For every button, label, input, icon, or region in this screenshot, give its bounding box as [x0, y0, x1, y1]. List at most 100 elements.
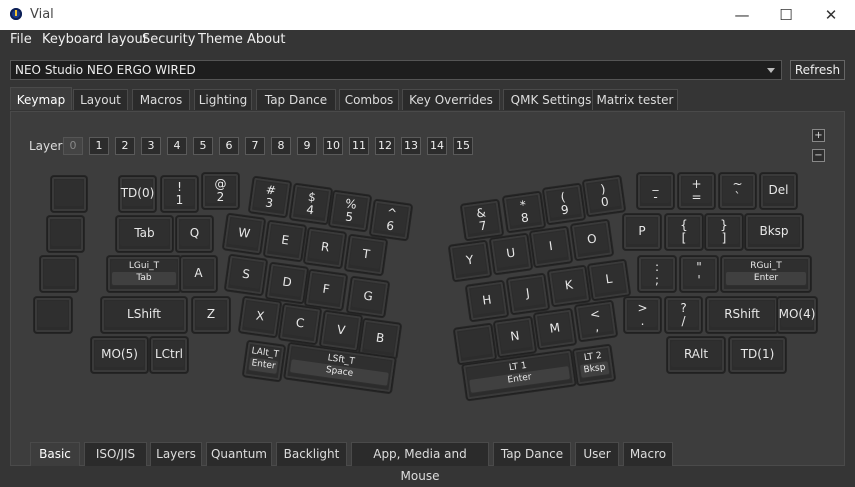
key-r3-4[interactable]: > .: [624, 297, 661, 333]
key-r3-6[interactable]: RShift: [706, 297, 778, 333]
tab-macro[interactable]: Macro: [623, 442, 673, 466]
key-l2-3[interactable]: S: [224, 254, 268, 296]
layer-button-4[interactable]: 4: [167, 137, 187, 155]
key-l2-6[interactable]: G: [346, 276, 390, 318]
key-r1-1[interactable]: U: [489, 233, 533, 275]
key-l0-0[interactable]: [51, 176, 87, 212]
key-l1-2[interactable]: Q: [176, 216, 213, 252]
key-r4-3[interactable]: TD(1): [729, 337, 786, 373]
key-l0-3[interactable]: @ 2: [202, 173, 239, 209]
layer-button-11[interactable]: 11: [349, 137, 369, 155]
key-l2-2[interactable]: A: [180, 256, 217, 292]
device-select[interactable]: NEO Studio NEO ERGO WIRED: [10, 60, 782, 80]
tab-keymap[interactable]: Keymap: [10, 87, 72, 110]
key-r3-1[interactable]: N: [493, 316, 537, 358]
key-l1-6[interactable]: T: [344, 234, 388, 276]
tab-layout[interactable]: Layout: [73, 89, 128, 110]
key-l1-0[interactable]: [47, 216, 84, 252]
key-r3-5[interactable]: ? /: [665, 297, 702, 333]
key-l1-5[interactable]: R: [303, 227, 347, 269]
key-r0-0[interactable]: & 7: [460, 199, 504, 241]
key-r0-4[interactable]: _ -: [637, 173, 674, 209]
key-l2-1[interactable]: LGui_T Tab: [107, 256, 181, 292]
refresh-button[interactable]: Refresh: [790, 60, 845, 80]
tab-user[interactable]: User: [575, 442, 619, 466]
key-l1-3[interactable]: W: [222, 213, 266, 255]
key-l1-1[interactable]: Tab: [116, 216, 173, 252]
key-r0-6[interactable]: ~ `: [719, 173, 756, 209]
zoom-out-button[interactable]: −: [812, 149, 825, 162]
layer-button-13[interactable]: 13: [401, 137, 421, 155]
key-r0-5[interactable]: + =: [678, 173, 715, 209]
key-l0-6[interactable]: % 5: [328, 190, 372, 232]
layer-button-1[interactable]: 1: [89, 137, 109, 155]
menu-security[interactable]: Security: [142, 32, 195, 47]
key-r2-6[interactable]: RGui_T Enter: [721, 256, 811, 292]
tab-app-media-mouse[interactable]: App, Media and Mouse: [351, 442, 489, 483]
key-l3-5[interactable]: V: [319, 310, 363, 352]
key-r2-3[interactable]: L: [587, 259, 631, 301]
key-r0-7[interactable]: Del: [760, 173, 797, 209]
key-r1-4[interactable]: P: [623, 214, 661, 250]
tab-quantum[interactable]: Quantum: [206, 442, 272, 466]
maximize-icon[interactable]: ☐: [772, 4, 800, 26]
key-l0-2[interactable]: ! 1: [161, 176, 198, 212]
layer-button-12[interactable]: 12: [375, 137, 395, 155]
layer-button-15[interactable]: 15: [453, 137, 473, 155]
zoom-in-button[interactable]: +: [812, 129, 825, 142]
key-l0-7[interactable]: ^ 6: [369, 199, 413, 241]
layer-button-3[interactable]: 3: [141, 137, 161, 155]
layer-button-10[interactable]: 10: [323, 137, 343, 155]
menu-about[interactable]: About: [247, 32, 285, 47]
key-l0-1[interactable]: TD(0): [119, 176, 156, 212]
key-r4-2[interactable]: RAlt: [667, 337, 725, 373]
layer-button-14[interactable]: 14: [427, 137, 447, 155]
tab-layers[interactable]: Layers: [150, 442, 202, 466]
key-r2-2[interactable]: K: [547, 265, 591, 307]
key-r0-3[interactable]: ) 0: [582, 175, 626, 217]
tab-combos[interactable]: Combos: [339, 89, 399, 110]
minimize-icon[interactable]: —: [728, 4, 756, 26]
key-r1-0[interactable]: Y: [448, 240, 492, 282]
key-l2-4[interactable]: D: [265, 262, 309, 304]
key-r4-1[interactable]: LT 2 Bksp: [572, 344, 616, 386]
key-r1-5[interactable]: { [: [665, 214, 703, 250]
tab-macros[interactable]: Macros: [132, 89, 190, 110]
key-l2-0[interactable]: [40, 256, 78, 292]
layer-button-7[interactable]: 7: [245, 137, 265, 155]
key-r2-5[interactable]: " ': [680, 256, 718, 292]
tab-basic[interactable]: Basic: [30, 442, 80, 466]
tab-key-overrides[interactable]: Key Overrides: [402, 89, 500, 110]
tab-lighting[interactable]: Lighting: [194, 89, 252, 110]
tab-iso-jis[interactable]: ISO/JIS: [84, 442, 147, 466]
key-l3-0[interactable]: [34, 297, 72, 333]
layer-button-5[interactable]: 5: [193, 137, 213, 155]
key-r3-7[interactable]: MO(4): [777, 297, 817, 333]
layer-button-9[interactable]: 9: [297, 137, 317, 155]
key-l0-4[interactable]: # 3: [248, 176, 292, 218]
key-l4-1[interactable]: LCtrl: [150, 337, 188, 373]
menu-theme[interactable]: Theme: [198, 32, 243, 47]
key-r0-1[interactable]: * 8: [502, 191, 546, 233]
tab-qmk-settings[interactable]: QMK Settings: [503, 89, 599, 110]
tab-tap-dance-keys[interactable]: Tap Dance: [493, 442, 571, 466]
tab-tap-dance[interactable]: Tap Dance: [256, 89, 336, 110]
key-l1-4[interactable]: E: [263, 220, 307, 262]
key-r3-2[interactable]: M: [533, 308, 577, 350]
key-r1-3[interactable]: O: [570, 219, 614, 261]
key-r1-2[interactable]: I: [529, 226, 573, 268]
key-l3-1[interactable]: LShift: [101, 297, 187, 333]
key-r1-7[interactable]: Bksp: [745, 214, 803, 250]
key-r2-0[interactable]: H: [465, 280, 509, 322]
layer-button-2[interactable]: 2: [115, 137, 135, 155]
key-r0-2[interactable]: ( 9: [542, 183, 586, 225]
layer-button-6[interactable]: 6: [219, 137, 239, 155]
tab-matrix-tester[interactable]: Matrix tester: [592, 89, 678, 110]
layer-button-8[interactable]: 8: [271, 137, 291, 155]
key-r3-0[interactable]: [453, 323, 497, 365]
key-r2-1[interactable]: J: [506, 273, 550, 315]
menu-keyboard-layout[interactable]: Keyboard layout: [42, 32, 148, 47]
menu-file[interactable]: File: [10, 32, 32, 47]
layer-button-0[interactable]: 0: [63, 137, 83, 155]
key-l2-5[interactable]: F: [304, 269, 348, 311]
